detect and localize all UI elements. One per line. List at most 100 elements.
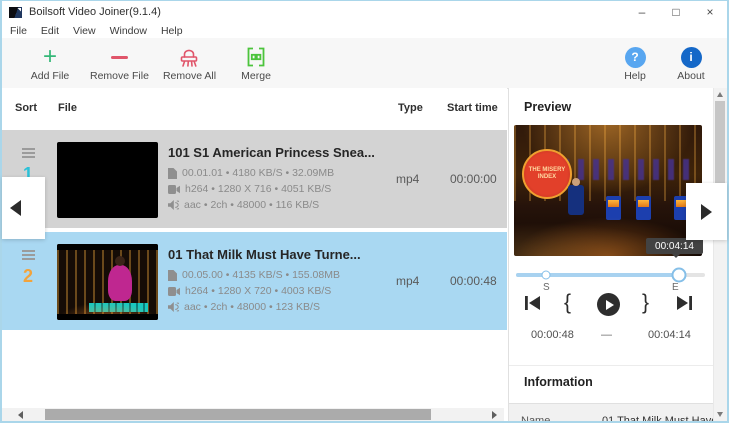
app-window: Boilsoft Video Joiner(9.1.4) – □ × File … bbox=[0, 0, 729, 423]
vertical-scrollbar-thumb[interactable] bbox=[715, 101, 725, 183]
menu-help[interactable]: Help bbox=[154, 25, 190, 37]
menu-edit[interactable]: Edit bbox=[34, 25, 66, 37]
menu-bar: File Edit View Window Help bbox=[2, 23, 727, 38]
about-label: About bbox=[677, 70, 704, 82]
file-meta: 01 That Milk Must Have Turne... 00.05.00… bbox=[168, 247, 394, 315]
remove-file-label: Remove File bbox=[90, 70, 149, 82]
column-header-sort: Sort bbox=[15, 102, 37, 114]
set-end-button[interactable]: } bbox=[642, 291, 649, 315]
set-start-button[interactable]: { bbox=[564, 291, 571, 315]
skip-to-start-button[interactable] bbox=[524, 295, 541, 311]
speaker-icon bbox=[168, 200, 179, 210]
video-camera-icon bbox=[168, 287, 180, 296]
help-icon: ? bbox=[625, 44, 646, 70]
thumbnail-decor bbox=[57, 244, 158, 250]
add-file-button[interactable]: + Add File bbox=[24, 40, 76, 86]
file-type: mp4 bbox=[396, 172, 419, 186]
file-row-2-selected[interactable]: 2 01 That Milk Must Have Turne... 00.05.… bbox=[2, 232, 507, 330]
start-marker-label: S bbox=[543, 282, 550, 293]
add-file-label: Add File bbox=[31, 70, 70, 82]
slider-start-handle[interactable] bbox=[542, 271, 551, 280]
file-type: mp4 bbox=[396, 274, 419, 288]
file-row-1[interactable]: 1 101 S1 American Princess Snea... 00.01… bbox=[2, 130, 507, 228]
sort-number: 2 bbox=[23, 265, 33, 287]
preview-video-frame: THE MISERY INDEX bbox=[514, 125, 702, 256]
help-label: Help bbox=[624, 70, 646, 82]
remove-file-button[interactable]: Remove File bbox=[90, 40, 149, 86]
drag-handle-icon[interactable] bbox=[22, 148, 35, 158]
thumbnail-person bbox=[108, 265, 132, 301]
video-thumbnail bbox=[57, 142, 158, 218]
play-icon bbox=[606, 300, 614, 310]
end-marker-label: E bbox=[672, 282, 679, 293]
time-separator: — bbox=[601, 329, 612, 341]
merge-button[interactable]: Merge bbox=[230, 40, 282, 86]
file-title: 101 S1 American Princess Snea... bbox=[168, 145, 394, 160]
overlay-prev-button[interactable] bbox=[2, 177, 45, 239]
file-list: Sort File Type Start time 1 101 S1 Ameri… bbox=[2, 88, 507, 421]
title-bar: Boilsoft Video Joiner(9.1.4) – □ × bbox=[2, 1, 727, 23]
audio-info-line: aac • 2ch • 48000 • 116 KB/S bbox=[168, 197, 394, 213]
merge-label: Merge bbox=[241, 70, 271, 82]
information-name-row: Name 01 That Milk Must Have T... bbox=[509, 403, 715, 421]
sort-cell: 2 bbox=[15, 250, 41, 287]
slider-end-handle[interactable] bbox=[671, 268, 686, 283]
frame-decor bbox=[568, 185, 584, 215]
show-logo: THE MISERY INDEX bbox=[522, 149, 572, 199]
remove-all-button[interactable]: Remove All bbox=[163, 40, 216, 86]
scroll-down-icon[interactable] bbox=[717, 412, 723, 417]
file-info-line: 00.01.01 • 4180 KB/S • 32.09MB bbox=[168, 165, 394, 181]
help-button[interactable]: ? Help bbox=[615, 40, 655, 86]
horizontal-scrollbar-thumb[interactable] bbox=[45, 409, 431, 420]
video-thumbnail bbox=[57, 244, 158, 320]
arrow-right-icon bbox=[701, 204, 712, 220]
about-button[interactable]: i About bbox=[671, 40, 711, 86]
horizontal-scrollbar[interactable] bbox=[2, 408, 504, 421]
column-header-start-time: Start time bbox=[447, 102, 498, 114]
file-icon bbox=[168, 168, 177, 179]
file-info-line: 00.05.00 • 4135 KB/S • 155.08MB bbox=[168, 267, 394, 283]
preview-title: Preview bbox=[524, 100, 571, 114]
trim-end-time: 00:04:14 bbox=[648, 329, 691, 341]
brush-icon bbox=[177, 44, 201, 70]
remove-all-label: Remove All bbox=[163, 70, 216, 82]
menu-view[interactable]: View bbox=[66, 25, 103, 37]
window-controls: – □ × bbox=[625, 1, 727, 23]
column-header-file: File bbox=[58, 102, 77, 114]
preview-panel: Preview THE MISERY INDEX 00:04:14 S E { … bbox=[508, 88, 715, 421]
video-info-line: h264 • 1280 X 716 • 4051 KB/S bbox=[168, 181, 394, 197]
menu-file[interactable]: File bbox=[2, 25, 34, 37]
speaker-icon bbox=[168, 302, 179, 312]
audio-info-line: aac • 2ch • 48000 • 123 KB/S bbox=[168, 299, 394, 315]
vertical-scrollbar[interactable] bbox=[713, 88, 727, 421]
maximize-button[interactable]: □ bbox=[659, 1, 693, 23]
scroll-right-icon[interactable] bbox=[492, 411, 497, 419]
minimize-button[interactable]: – bbox=[625, 1, 659, 23]
thumbnail-decor bbox=[57, 314, 158, 320]
arrow-left-icon bbox=[10, 200, 21, 216]
menu-window[interactable]: Window bbox=[103, 25, 154, 37]
overlay-next-button[interactable] bbox=[686, 183, 727, 240]
list-header-row: Sort File Type Start time bbox=[2, 88, 507, 128]
window-title: Boilsoft Video Joiner(9.1.4) bbox=[29, 6, 161, 18]
file-start-time: 00:00:48 bbox=[450, 274, 497, 288]
column-header-type: Type bbox=[398, 102, 423, 114]
file-title: 01 That Milk Must Have Turne... bbox=[168, 247, 394, 262]
close-button[interactable]: × bbox=[693, 1, 727, 23]
app-logo-icon bbox=[9, 7, 22, 18]
video-camera-icon bbox=[168, 185, 180, 194]
divider bbox=[509, 365, 715, 366]
play-button[interactable] bbox=[597, 293, 620, 316]
file-meta: 101 S1 American Princess Snea... 00.01.0… bbox=[168, 145, 394, 213]
skip-to-end-button[interactable] bbox=[676, 295, 693, 311]
file-start-time: 00:00:00 bbox=[450, 172, 497, 186]
merge-icon bbox=[244, 44, 268, 70]
info-icon: i bbox=[681, 44, 702, 70]
drag-handle-icon[interactable] bbox=[22, 250, 35, 260]
file-icon bbox=[168, 270, 177, 281]
video-info-line: h264 • 1280 X 720 • 4003 KB/S bbox=[168, 283, 394, 299]
trim-slider[interactable] bbox=[516, 268, 705, 282]
slider-fill bbox=[516, 273, 679, 277]
scroll-left-icon[interactable] bbox=[18, 411, 23, 419]
scroll-up-icon[interactable] bbox=[717, 92, 723, 97]
